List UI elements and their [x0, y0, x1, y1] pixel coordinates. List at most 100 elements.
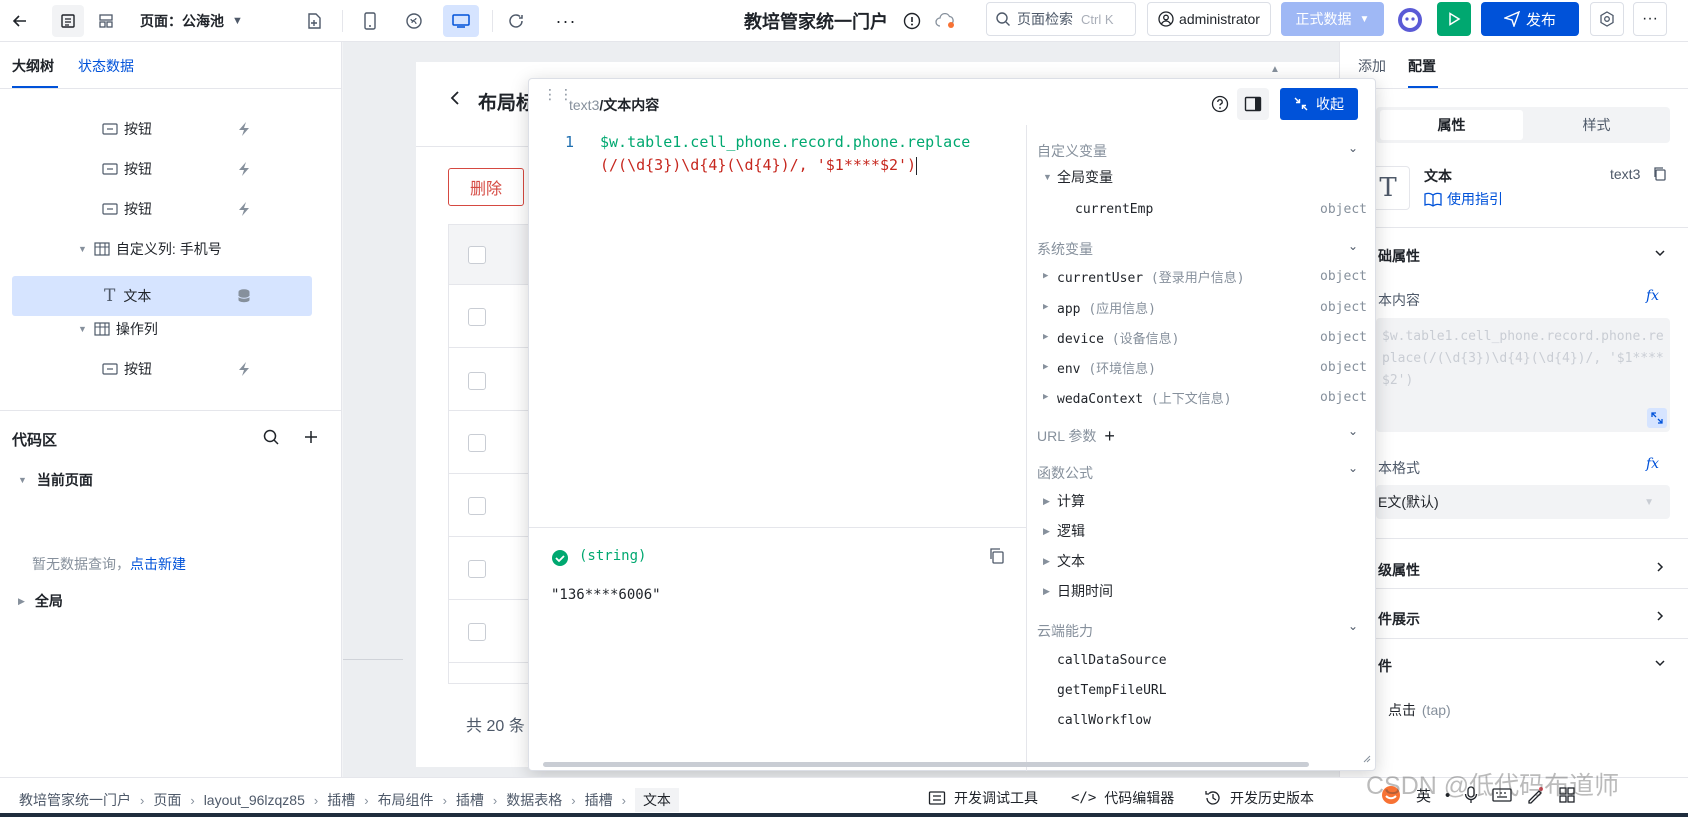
ime-keyboard-icon[interactable] — [1492, 787, 1512, 803]
crumb-item[interactable]: 教培管家统一门户 — [19, 790, 131, 810]
ime-lang-icon[interactable]: 英 — [1416, 785, 1431, 806]
crumb-item[interactable]: 布局组件 — [378, 790, 434, 810]
resize-handle-icon[interactable] — [1361, 750, 1371, 766]
func-group-logic[interactable]: ▶ 逻辑 — [1027, 516, 1376, 546]
dev-tools-button[interactable]: 开发调试工具 — [928, 788, 1038, 808]
var-env[interactable]: ▶ env (环境信息) object — [1027, 352, 1376, 382]
chevron-down-icon[interactable]: ⌄ — [1348, 461, 1358, 475]
copy-icon[interactable] — [1652, 166, 1668, 185]
row-checkbox[interactable] — [468, 497, 486, 515]
env-selector[interactable]: 正式数据 ▼ — [1281, 2, 1384, 36]
breadcrumb-component[interactable]: text3 — [569, 97, 599, 113]
crumb-item[interactable]: 插槽 — [585, 790, 613, 810]
copy-result-icon[interactable] — [988, 547, 1006, 568]
layout-icon[interactable] — [90, 5, 122, 37]
subtab-props[interactable]: 属性 — [1380, 110, 1523, 140]
display-header[interactable]: 件展示 — [1378, 609, 1420, 629]
more-icon[interactable]: ··· — [554, 9, 578, 33]
history-button[interactable]: 开发历史版本 — [1204, 788, 1314, 808]
ai-assistant-icon[interactable] — [1394, 4, 1426, 36]
fx-icon[interactable]: fx — [1646, 288, 1659, 304]
fx-icon[interactable]: fx — [1646, 456, 1659, 472]
page-selector[interactable]: 页面：公海池 ▼ — [140, 8, 243, 34]
func-group-text[interactable]: ▶ 文本 — [1027, 546, 1376, 576]
var-wedaContext[interactable]: ▶ wedaContext (上下文信息) object — [1027, 382, 1376, 412]
chevron-right-icon[interactable] — [1654, 609, 1666, 625]
section-system-vars[interactable]: 系统变量 — [1037, 239, 1093, 259]
tree-item-column-phone[interactable]: ▼ 自定义列: 手机号 — [78, 237, 298, 261]
row-checkbox[interactable] — [468, 308, 486, 326]
chevron-down-icon[interactable]: ⌄ — [1348, 424, 1358, 438]
chevron-down-icon[interactable] — [1654, 656, 1666, 672]
datasource-icon[interactable] — [237, 288, 251, 307]
section-cloud[interactable]: 云端能力 — [1037, 621, 1093, 641]
var-currentEmp[interactable]: currentEmp object — [1027, 194, 1376, 224]
miniprogram-view-icon[interactable] — [402, 9, 426, 33]
desktop-view-icon[interactable] — [443, 5, 479, 37]
row-checkbox[interactable] — [468, 560, 486, 578]
event-icon[interactable] — [237, 201, 251, 220]
var-currentUser[interactable]: ▶ currentUser (登录用户信息) object — [1027, 261, 1376, 291]
back-icon[interactable] — [8, 9, 32, 33]
collapse-button[interactable]: 收起 — [1280, 88, 1358, 120]
var-group-global[interactable]: ▼ 全局变量 — [1027, 162, 1376, 192]
page-list-icon[interactable] — [52, 5, 84, 37]
crumb-item[interactable]: 插槽 — [327, 790, 355, 810]
ime-voice-icon[interactable] — [1464, 786, 1478, 804]
section-url-params[interactable]: URL 参数 + — [1037, 426, 1115, 446]
ime-punct-icon[interactable]: • — [1445, 787, 1450, 804]
cloud-sync-icon[interactable] — [932, 9, 958, 33]
text-content-field[interactable]: $w.table1.cell_phone.record.phone.replac… — [1376, 318, 1670, 432]
refresh-icon[interactable] — [504, 9, 528, 33]
code-global[interactable]: ▶ 全局 — [18, 591, 63, 611]
event-icon[interactable] — [237, 161, 251, 180]
select-all-checkbox[interactable] — [468, 246, 486, 264]
crumb-item-current[interactable]: 文本 — [634, 788, 679, 812]
usage-guide-link[interactable]: 使用指引 — [1424, 189, 1503, 209]
search-icon[interactable] — [262, 428, 280, 449]
add-icon[interactable] — [302, 428, 320, 449]
var-app[interactable]: ▶ app (应用信息) object — [1027, 292, 1376, 322]
row-checkbox[interactable] — [468, 623, 486, 641]
help-icon[interactable] — [1211, 95, 1229, 116]
crumb-item[interactable]: 页面 — [153, 790, 181, 810]
more-options-button[interactable]: ··· — [1633, 2, 1667, 36]
row-checkbox[interactable] — [468, 434, 486, 452]
caret-down-icon[interactable]: ▼ — [78, 324, 87, 334]
crumb-item[interactable]: 插槽 — [456, 790, 484, 810]
tab-outline-tree[interactable]: 大纲树 — [12, 56, 54, 76]
toggle-sidebar-icon[interactable] — [1237, 88, 1269, 120]
cloud-callDataSource[interactable]: callDataSource — [1027, 645, 1376, 675]
events-header[interactable]: 件 — [1378, 656, 1392, 676]
ime-skin-icon[interactable] — [1526, 786, 1544, 804]
page-back-icon[interactable] — [448, 90, 462, 109]
section-custom-vars[interactable]: 自定义变量 — [1037, 141, 1107, 161]
code-editor-button[interactable]: </> 代码编辑器 — [1071, 788, 1174, 808]
cloud-getTempFileURL[interactable]: getTempFileURL — [1027, 675, 1376, 705]
tree-item-column-ops[interactable]: ▼ 操作列 — [78, 317, 298, 341]
crumb-item[interactable]: 数据表格 — [506, 790, 562, 810]
chevron-down-icon[interactable]: ⌄ — [1348, 141, 1358, 155]
crumb-item[interactable]: layout_96lzqz85 — [204, 792, 305, 808]
tab-config[interactable]: 配置 — [1408, 56, 1436, 76]
horizontal-scrollbar[interactable] — [543, 762, 1309, 767]
subtab-style[interactable]: 样式 — [1527, 110, 1666, 140]
caret-down-icon[interactable]: ▼ — [78, 244, 87, 254]
chevron-down-icon[interactable] — [1654, 246, 1666, 262]
run-button[interactable] — [1437, 2, 1471, 36]
basic-props-header[interactable]: 础属性 — [1378, 246, 1420, 266]
settings-icon[interactable] — [1590, 2, 1624, 36]
func-group-calc[interactable]: ▶ 计算 — [1027, 486, 1376, 516]
mobile-view-icon[interactable] — [358, 9, 382, 33]
chevron-down-icon[interactable]: ⌄ — [1348, 619, 1358, 633]
func-group-datetime[interactable]: ▶ 日期时间 — [1027, 576, 1376, 606]
expand-icon[interactable] — [1647, 408, 1667, 428]
tab-state-data[interactable]: 状态数据 — [78, 56, 134, 76]
publish-button[interactable]: 发布 — [1481, 2, 1579, 36]
add-page-icon[interactable] — [302, 9, 326, 33]
chevron-down-icon[interactable]: ⌄ — [1348, 239, 1358, 253]
add-icon[interactable]: + — [1104, 427, 1115, 445]
row-checkbox[interactable] — [468, 372, 486, 390]
create-query-link[interactable]: 点击新建 — [130, 556, 186, 572]
advanced-props-header[interactable]: 级属性 — [1378, 560, 1420, 580]
